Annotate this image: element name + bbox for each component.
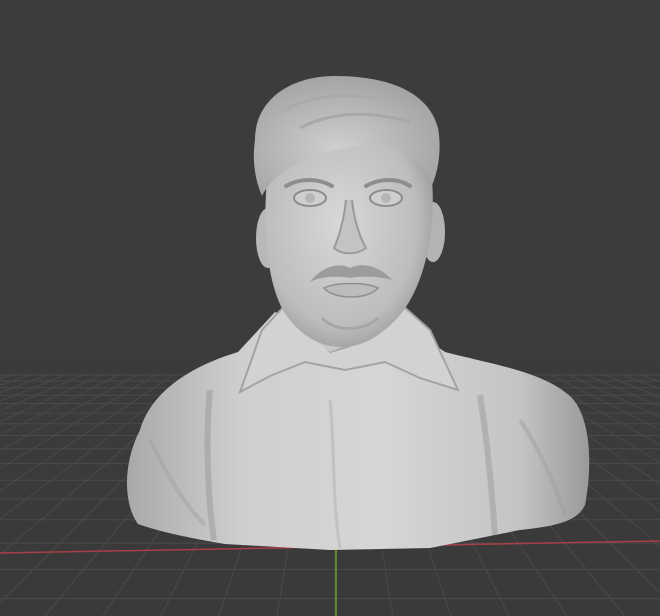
left-iris xyxy=(305,193,315,203)
3d-viewport[interactable] xyxy=(0,0,660,616)
viewport-canvas[interactable] xyxy=(0,0,660,616)
right-iris xyxy=(381,193,391,203)
